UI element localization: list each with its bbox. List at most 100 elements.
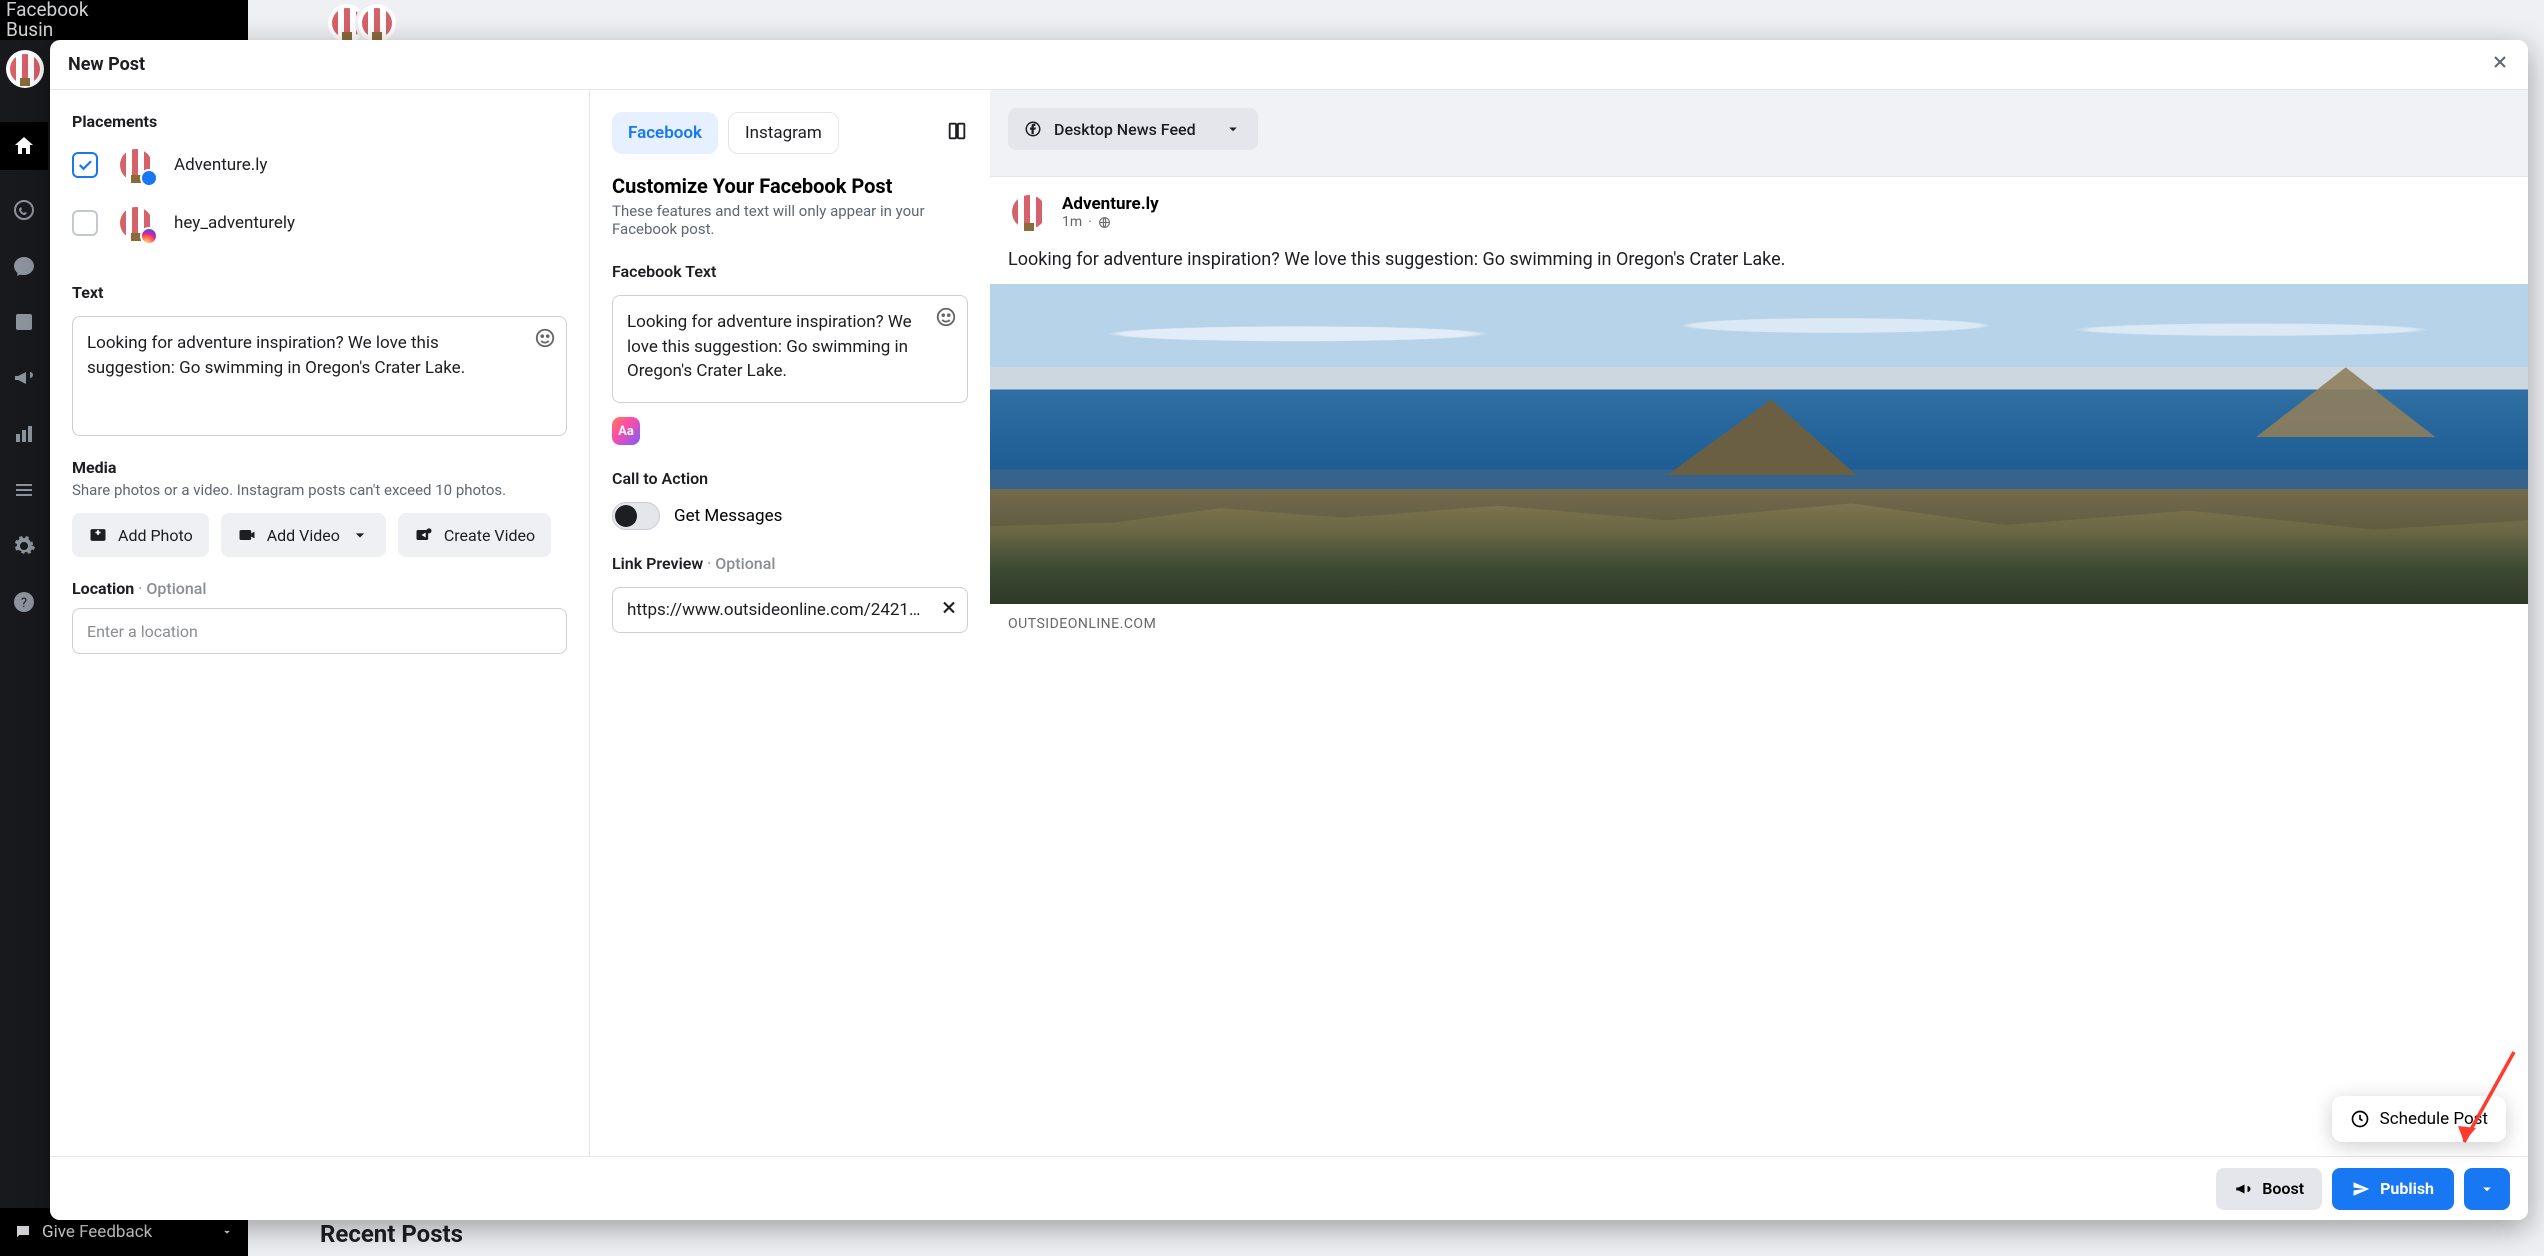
facebook-circle-icon [1024, 120, 1042, 138]
publish-button[interactable]: Publish [2332, 1168, 2454, 1210]
optional-tag: Optional [146, 579, 206, 598]
fb-text-input[interactable]: Looking for adventure inspiration? We lo… [612, 295, 968, 403]
link-url-value: https://www.outsideonline.com/2421… [627, 600, 920, 620]
instagram-badge-icon [140, 227, 158, 245]
whatsapp-icon[interactable] [12, 198, 36, 226]
modal-body: Placements Adventure.ly [50, 90, 2528, 1156]
placement-name: Adventure.ly [174, 155, 267, 175]
emoji-button[interactable] [534, 327, 556, 357]
help-icon[interactable]: ? [12, 590, 36, 618]
placement-checkbox-instagram[interactable] [72, 210, 98, 236]
add-video-button[interactable]: Add Video [221, 513, 386, 557]
megaphone-icon[interactable] [12, 366, 36, 394]
cta-toggle[interactable] [612, 502, 660, 530]
clock-icon [2350, 1109, 2370, 1129]
customize-subtitle: These features and text will only appear… [612, 202, 932, 238]
post-text-input[interactable]: Looking for adventure inspiration? We lo… [72, 316, 567, 436]
customize-title: Customize Your Facebook Post [612, 174, 968, 198]
create-video-icon [414, 525, 434, 545]
location-input[interactable] [72, 608, 567, 654]
feedback-icon [14, 1223, 32, 1241]
create-video-button[interactable]: Create Video [398, 513, 551, 557]
schedule-label: Schedule Post [2380, 1109, 2488, 1129]
preview-post-text: Looking for adventure inspiration? We lo… [990, 247, 2528, 284]
create-video-label: Create Video [444, 526, 535, 545]
column-placements: Placements Adventure.ly [50, 90, 590, 1156]
fb-text-title: Facebook Text [612, 262, 968, 281]
cta-title: Call to Action [612, 469, 968, 488]
columns-icon [946, 120, 968, 142]
globe-icon [1098, 216, 1111, 229]
clear-link-button[interactable] [939, 598, 959, 623]
posts-icon[interactable] [12, 310, 36, 338]
background-avatars [328, 4, 388, 42]
media-subtitle: Share photos or a video. Instagram posts… [72, 481, 567, 499]
chevron-down-icon [220, 1225, 234, 1239]
photo-icon [88, 525, 108, 545]
home-icon[interactable] [0, 122, 48, 170]
menu-icon[interactable] [12, 478, 36, 506]
preview-link-domain: OUTSIDEONLINE.COM [990, 604, 2528, 632]
settings-icon[interactable] [12, 534, 36, 562]
boost-label: Boost [2262, 1179, 2304, 1198]
tab-facebook[interactable]: Facebook [612, 112, 718, 154]
brand-line-1: Facebook [6, 0, 242, 20]
facebook-badge-icon [140, 169, 158, 187]
emoji-button[interactable] [935, 306, 957, 336]
preview-page-name: Adventure.ly [1062, 194, 1159, 214]
avatar [116, 203, 156, 243]
tab-instagram[interactable]: Instagram [728, 112, 839, 154]
text-background-button[interactable]: Aa [612, 417, 640, 445]
text-title: Text [72, 283, 567, 302]
fb-text-value: Looking for adventure inspiration? We lo… [627, 312, 912, 381]
add-photo-label: Add Photo [118, 526, 193, 545]
caret-down-icon [2478, 1180, 2496, 1198]
link-preview-title: Link Preview · Optional [612, 554, 968, 573]
close-icon [2490, 52, 2510, 72]
link-preview-input[interactable]: https://www.outsideonline.com/2421… [612, 587, 968, 633]
new-post-modal: New Post Placements Adventure.ly [50, 40, 2528, 1220]
app-shell: Facebook Busin [0, 0, 2544, 1256]
avatar [1008, 191, 1050, 233]
close-button[interactable] [2490, 52, 2510, 77]
placement-row-facebook[interactable]: Adventure.ly [72, 145, 567, 185]
brand-line-2: Busin [6, 20, 242, 40]
location-title: Location · Optional [72, 579, 567, 598]
close-icon [939, 598, 959, 618]
messenger-icon[interactable] [12, 254, 36, 282]
emoji-icon [935, 306, 957, 328]
feedback-label: Give Feedback [42, 1222, 152, 1242]
preview-surface-select[interactable]: Desktop News Feed [1008, 108, 1258, 150]
placement-row-instagram[interactable]: hey_adventurely [72, 203, 567, 243]
optional-tag: Optional [715, 554, 775, 573]
publish-more-button[interactable] [2464, 1168, 2510, 1210]
modal-title: New Post [68, 54, 145, 75]
post-text-value: Looking for adventure inspiration? We lo… [87, 333, 465, 378]
post-preview-card: Adventure.ly 1m · Looking for adventure … [990, 176, 2528, 1156]
avatar [116, 145, 156, 185]
column-preview: Desktop News Feed Adventure.ly 1m · [990, 90, 2528, 1156]
rail-nav: ? [0, 102, 48, 618]
publish-label: Publish [2380, 1179, 2434, 1198]
megaphone-icon [2234, 1180, 2252, 1198]
preview-link-image [990, 284, 2528, 604]
placement-name: hey_adventurely [174, 213, 295, 233]
emoji-icon [534, 327, 556, 349]
background-recent-posts: Recent Posts [320, 1220, 463, 1248]
add-photo-button[interactable]: Add Photo [72, 513, 209, 557]
add-video-label: Add Video [267, 526, 340, 545]
schedule-post-option[interactable]: Schedule Post [2332, 1096, 2506, 1142]
chevron-down-icon [1224, 120, 1242, 138]
boost-button[interactable]: Boost [2216, 1168, 2322, 1210]
compare-view-button[interactable] [946, 120, 968, 146]
chevron-down-icon [350, 525, 370, 545]
column-customize: Facebook Instagram Customize Your Facebo… [590, 90, 990, 1156]
media-title: Media [72, 458, 567, 477]
send-icon [2352, 1180, 2370, 1198]
video-icon [237, 525, 257, 545]
placement-checkbox-facebook[interactable] [72, 152, 98, 178]
insights-icon[interactable] [12, 422, 36, 450]
preview-meta: 1m · [1062, 214, 1159, 230]
svg-text:?: ? [21, 596, 27, 611]
brand: Facebook Busin [0, 0, 248, 40]
